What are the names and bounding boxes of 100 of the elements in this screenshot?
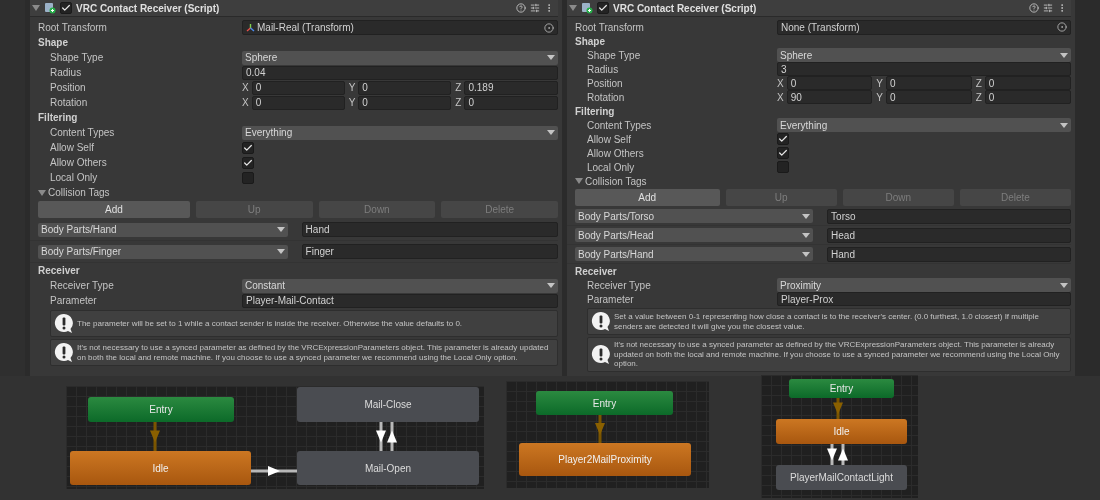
state-node[interactable]: Mail-Close xyxy=(297,387,479,422)
field-label: Content Types xyxy=(49,126,116,140)
object-picker-icon[interactable] xyxy=(544,22,554,33)
section-header: Shape xyxy=(37,36,68,50)
state-node[interactable]: Player2MailProximity xyxy=(519,443,691,476)
transition-arrow[interactable] xyxy=(376,422,386,451)
dropdown[interactable]: Everything xyxy=(777,118,1071,132)
object-field[interactable]: None (Transform) xyxy=(777,19,1071,35)
input-field[interactable]: Head xyxy=(827,227,1071,243)
checkbox[interactable] xyxy=(777,147,789,159)
input-field[interactable]: 3 xyxy=(777,62,1071,76)
caret-icon xyxy=(547,283,555,288)
input-field[interactable]: Hand xyxy=(827,246,1071,262)
dropdown[interactable]: Sphere xyxy=(242,50,558,65)
axis-label: Z xyxy=(455,96,462,110)
input-field[interactable]: 0 xyxy=(786,76,873,90)
state-node[interactable]: Idle xyxy=(70,451,251,485)
foldout-label: Collision Tags xyxy=(48,186,110,200)
input-field[interactable]: 0 xyxy=(886,90,972,104)
dropdown[interactable]: Body Parts/Head xyxy=(575,228,814,242)
foldout-triangle-icon[interactable] xyxy=(569,4,577,12)
caret-icon xyxy=(802,232,811,238)
field-label: Rotation xyxy=(49,96,89,110)
checkbox[interactable] xyxy=(242,141,254,154)
dropdown[interactable]: Proximity xyxy=(777,278,1071,292)
dropdown[interactable]: Body Parts/Hand xyxy=(38,222,288,237)
input-field[interactable]: 0 xyxy=(464,95,558,110)
checkbox[interactable] xyxy=(597,2,609,14)
caret-icon xyxy=(802,213,811,219)
help-box: It's not necessary to use a synced parameter as defined by the VRCExpressionParameters object. This parameter is already updated on both the local and remote machine. If you choose to use a synced parameter we recommend using the Local Only option. xyxy=(587,337,1071,372)
state-node[interactable]: Entry xyxy=(88,397,234,422)
script-icon xyxy=(581,2,593,14)
input-field[interactable]: 0 xyxy=(984,76,1071,90)
presets-icon[interactable] xyxy=(1043,3,1053,13)
component-title: VRC Contact Receiver (Script) xyxy=(613,1,758,16)
list-button[interactable]: Add xyxy=(575,189,720,206)
object-picker-icon[interactable] xyxy=(1057,22,1067,32)
input-field[interactable]: Torso xyxy=(827,208,1071,224)
dropdown[interactable]: Body Parts/Torso xyxy=(575,209,814,223)
axis-label: Y xyxy=(348,81,356,95)
axis-label: Z xyxy=(455,81,462,95)
transition-arrow[interactable] xyxy=(827,444,837,465)
axis-label: X xyxy=(242,96,249,110)
section-header: Filtering xyxy=(574,104,615,119)
field-label: Shape Type xyxy=(586,48,642,63)
field-label: Root Transform xyxy=(574,20,645,35)
presets-icon[interactable] xyxy=(530,3,540,13)
dropdown[interactable]: Sphere xyxy=(777,48,1071,62)
input-field[interactable]: 90 xyxy=(786,90,873,104)
input-field[interactable]: 0 xyxy=(358,80,452,95)
input-field[interactable]: Finger xyxy=(301,244,558,259)
help-icon[interactable] xyxy=(1029,3,1039,13)
axis-label: Y xyxy=(876,76,883,91)
input-field[interactable]: Hand xyxy=(301,222,558,237)
warning-icon xyxy=(54,342,74,363)
checkbox[interactable] xyxy=(777,161,789,173)
input-field[interactable]: Player-Mail-Contact xyxy=(242,293,558,308)
input-field[interactable]: 0 xyxy=(251,80,345,95)
foldout-triangle-icon[interactable] xyxy=(575,177,583,185)
state-node[interactable]: Entry xyxy=(789,379,894,398)
dropdown[interactable]: Constant xyxy=(242,278,558,293)
field-label: Allow Others xyxy=(49,156,108,170)
caret-icon xyxy=(1060,52,1068,58)
input-field[interactable]: 0 xyxy=(886,76,972,90)
foldout-triangle-icon[interactable] xyxy=(32,4,40,12)
checkbox[interactable] xyxy=(777,133,789,145)
field-label: Radius xyxy=(586,62,620,77)
input-field[interactable]: 0 xyxy=(251,95,345,110)
input-field[interactable]: 0 xyxy=(984,90,1071,104)
checkbox[interactable] xyxy=(242,156,254,169)
dropdown[interactable]: Everything xyxy=(242,125,558,140)
axis-label: Y xyxy=(876,90,883,105)
checkbox[interactable] xyxy=(242,171,254,184)
dropdown[interactable]: Body Parts/Finger xyxy=(38,244,288,259)
axis-label: Z xyxy=(975,90,982,105)
dropdown[interactable]: Body Parts/Hand xyxy=(575,247,814,261)
axis-label: X xyxy=(777,76,784,91)
foldout-triangle-icon[interactable] xyxy=(38,188,46,197)
list-button[interactable]: Add xyxy=(38,201,190,218)
transition-arrow[interactable] xyxy=(838,444,848,465)
checkbox[interactable] xyxy=(60,2,72,14)
input-field[interactable]: 0.189 xyxy=(464,80,558,95)
input-field[interactable]: Player-Prox xyxy=(777,292,1071,306)
axis-label: Y xyxy=(348,96,356,110)
input-field[interactable]: 0 xyxy=(358,95,452,110)
state-node[interactable]: Mail-Open xyxy=(297,451,479,485)
state-node[interactable]: Entry xyxy=(536,391,673,415)
transition-arrow[interactable] xyxy=(251,466,297,476)
help-icon[interactable] xyxy=(516,3,526,13)
foldout-label: Collision Tags xyxy=(585,174,647,189)
field-label: Radius xyxy=(49,66,83,80)
caret-icon xyxy=(547,130,555,135)
state-node[interactable]: Idle xyxy=(776,419,907,444)
input-field[interactable]: 0.04 xyxy=(242,65,558,80)
caret-icon xyxy=(802,251,811,257)
warning-icon xyxy=(591,343,611,365)
state-node[interactable]: PlayerMailContactLight xyxy=(776,465,907,490)
object-field[interactable]: Mail-Real (Transform) xyxy=(242,20,558,35)
transition-arrow[interactable] xyxy=(387,422,397,451)
help-box: It's not necessary to use a synced parameter as defined by the VRCExpressionParameters object. This parameter is already updated on both the local and remote machine. If you choose to use a synced parameter we recommend using the Local Only option. xyxy=(50,339,558,366)
